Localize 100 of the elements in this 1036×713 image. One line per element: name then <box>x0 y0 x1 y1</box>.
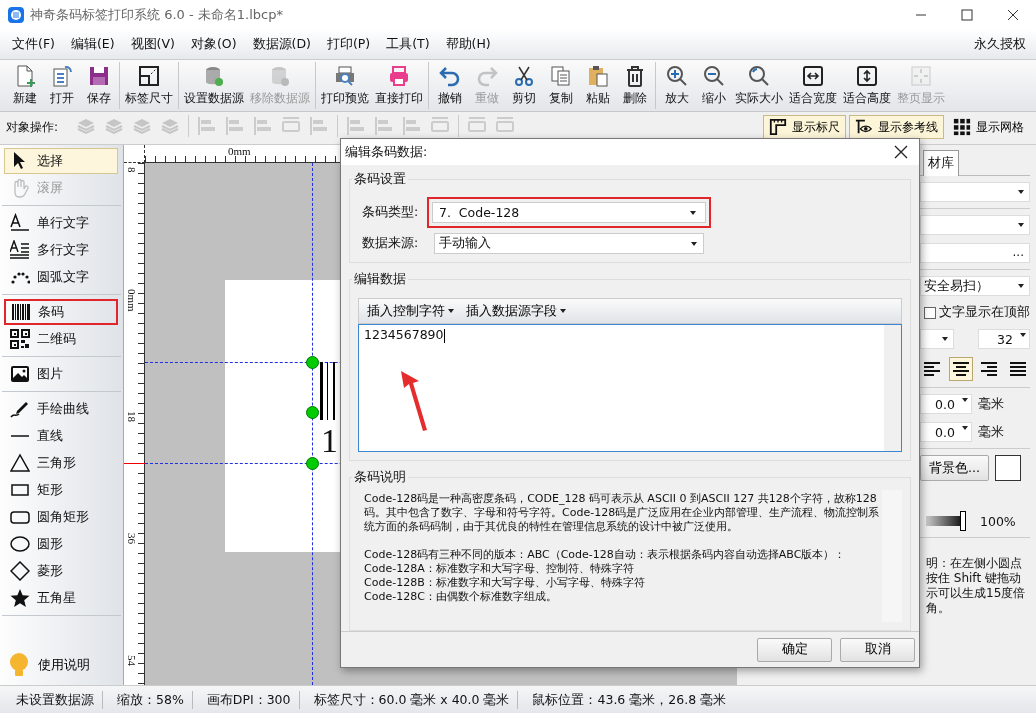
background-color-button[interactable]: 背景色... <box>920 455 989 481</box>
dialog-title: 编辑条码数据: <box>345 143 429 161</box>
field-label: 数据来源: <box>362 235 420 252</box>
grid-icon <box>953 118 971 136</box>
ruler-label: 0mm <box>228 146 251 157</box>
multiline-text-icon <box>10 240 30 260</box>
browse-field[interactable]: ... <box>920 243 1030 263</box>
menu-button[interactable]: 插入控制字符 <box>365 302 456 320</box>
note-text: 明：在左侧小圆点 <box>926 556 1023 571</box>
toolbar-button[interactable]: 适合高度 <box>840 62 894 109</box>
annotation-arrow <box>398 370 428 432</box>
star-icon <box>10 588 30 608</box>
position-marker <box>124 463 145 464</box>
tool-button[interactable]: 条码 <box>4 299 118 325</box>
lightbulb-icon <box>8 652 30 678</box>
description-text: Code-128B：标准数字和大写字母、小写字母、特殊字符 <box>364 576 646 590</box>
tool-button[interactable]: 选择 <box>4 148 118 174</box>
opacity-value: 100% <box>980 513 1016 529</box>
toolbar-button[interactable]: 新建 <box>6 62 43 109</box>
toggle-button[interactable]: 显示网格 <box>947 115 1030 139</box>
color-swatch[interactable] <box>994 455 1021 481</box>
help-button[interactable]: 使用说明 <box>0 651 123 679</box>
window-title: 神奇条码标签打印系统 6.0 - 未命名1.lbcp* <box>30 6 284 24</box>
frame-icon <box>137 64 161 88</box>
app-icon <box>8 7 24 23</box>
zoom-in-icon <box>664 64 689 88</box>
toolbar-button[interactable]: 粘贴 <box>579 62 616 109</box>
menu-item[interactable]: 文件(F) <box>6 34 61 55</box>
tool-button[interactable]: 五角星 <box>4 585 118 611</box>
menu-item[interactable]: 打印(P) <box>320 34 377 55</box>
toolbar-button[interactable]: 缩小 <box>695 62 732 109</box>
line-icon <box>10 435 30 437</box>
ruler-label: 36 <box>126 533 137 544</box>
tool-button[interactable]: 图片 <box>4 361 118 387</box>
printer-icon <box>387 64 411 88</box>
toolbar-button[interactable]: 剪切 <box>505 62 542 109</box>
menu-item[interactable]: 对象(O) <box>184 34 243 55</box>
toolbar-button[interactable]: 复制 <box>542 62 579 109</box>
unit-label: 毫米 <box>978 423 1004 441</box>
pen-icon <box>10 399 30 419</box>
data-input-field[interactable]: 1234567890 <box>358 324 902 452</box>
note-text: 按住 Shift 键拖动 <box>926 571 1022 586</box>
tool-button[interactable]: 二维码 <box>4 326 118 352</box>
tool-button[interactable]: 圆角矩形 <box>4 504 118 530</box>
toolbar-button[interactable]: 删除 <box>616 62 653 109</box>
toolbar-button[interactable]: 保存 <box>80 62 117 109</box>
license-link[interactable]: 永久授权 <box>970 34 1030 55</box>
dropdown[interactable]: 手动输入 <box>434 233 704 254</box>
toolbar-button[interactable]: 适合宽度 <box>786 62 840 109</box>
status-text: 鼠标位置：43.6 毫米，26.8 毫米 <box>531 690 728 709</box>
tool-button[interactable]: 矩形 <box>4 477 118 503</box>
toolbar-button[interactable]: 撤销 <box>431 62 468 109</box>
tool-button[interactable]: 三角形 <box>4 450 118 476</box>
dialog-button[interactable]: 确定 <box>757 637 832 662</box>
status-text: 画布DPI：300 <box>198 690 300 709</box>
align-button[interactable] <box>948 357 973 381</box>
toggle-button[interactable]: 显示标尺 <box>763 115 846 139</box>
toolbar-button[interactable]: 打开 <box>43 62 80 109</box>
toolbar-button[interactable]: 标签尺寸 <box>122 62 176 109</box>
dropdown[interactable]: 安全易扫） <box>920 276 1030 296</box>
dropdown[interactable]: 7. Code-128 <box>427 197 711 228</box>
ruler-label: 8 <box>126 167 137 173</box>
toolbar-button[interactable]: 放大 <box>658 62 695 109</box>
tool-button[interactable]: 菱形 <box>4 558 118 584</box>
menu-item[interactable]: 编辑(E) <box>64 34 121 55</box>
menu-item[interactable]: 数据源(D) <box>246 34 317 55</box>
group-title: 条码说明 <box>353 469 407 486</box>
spin-field[interactable]: 0.0 <box>920 422 972 442</box>
menu-item[interactable]: 视图(V) <box>124 34 181 55</box>
checkbox[interactable] <box>924 306 936 319</box>
barcode-text: 1 <box>321 421 338 461</box>
toolbar-button[interactable]: 设置数据源 <box>181 62 247 109</box>
menu-button[interactable]: 插入数据源字段 <box>464 302 568 320</box>
tool-button[interactable]: 单行文字 <box>4 210 118 236</box>
align-left-icon <box>923 360 941 378</box>
panel-tab[interactable]: 材库 <box>923 150 959 176</box>
diamond-icon <box>10 561 30 581</box>
menu-item[interactable]: 帮助(H) <box>439 34 497 55</box>
group-title: 编辑数据 <box>353 271 407 288</box>
description-text: Code-128C：由偶数个标准数字组成。 <box>364 590 558 604</box>
toolbar-button[interactable]: 直接打印 <box>372 62 426 109</box>
ellipse-icon <box>10 534 30 554</box>
ruler-label: 18 <box>126 411 137 422</box>
toolbar-button[interactable]: 打印预览 <box>318 62 372 109</box>
toolbar-button[interactable]: 实际大小 <box>732 62 786 109</box>
dialog-button[interactable]: 取消 <box>840 637 915 662</box>
menu-item[interactable]: 工具(T) <box>380 34 436 55</box>
triangle-icon <box>10 453 30 473</box>
slider-thumb[interactable] <box>960 511 966 531</box>
spin-field[interactable]: 32 <box>978 329 1030 349</box>
spin-field[interactable]: 0.0 <box>920 394 972 414</box>
eye-icon <box>855 118 873 136</box>
tool-button[interactable]: 圆形 <box>4 531 118 557</box>
toggle-button[interactable]: 显示参考线 <box>849 115 944 139</box>
tool-button[interactable]: 手绘曲线 <box>4 396 118 422</box>
opacity-slider[interactable] <box>926 511 966 531</box>
tool-button[interactable]: 多行文字 <box>4 237 118 263</box>
note-text: 示可以生成15度倍 <box>926 586 1027 601</box>
tool-button[interactable]: 直线 <box>4 423 118 449</box>
tool-button[interactable]: 圆弧文字 <box>4 264 118 290</box>
